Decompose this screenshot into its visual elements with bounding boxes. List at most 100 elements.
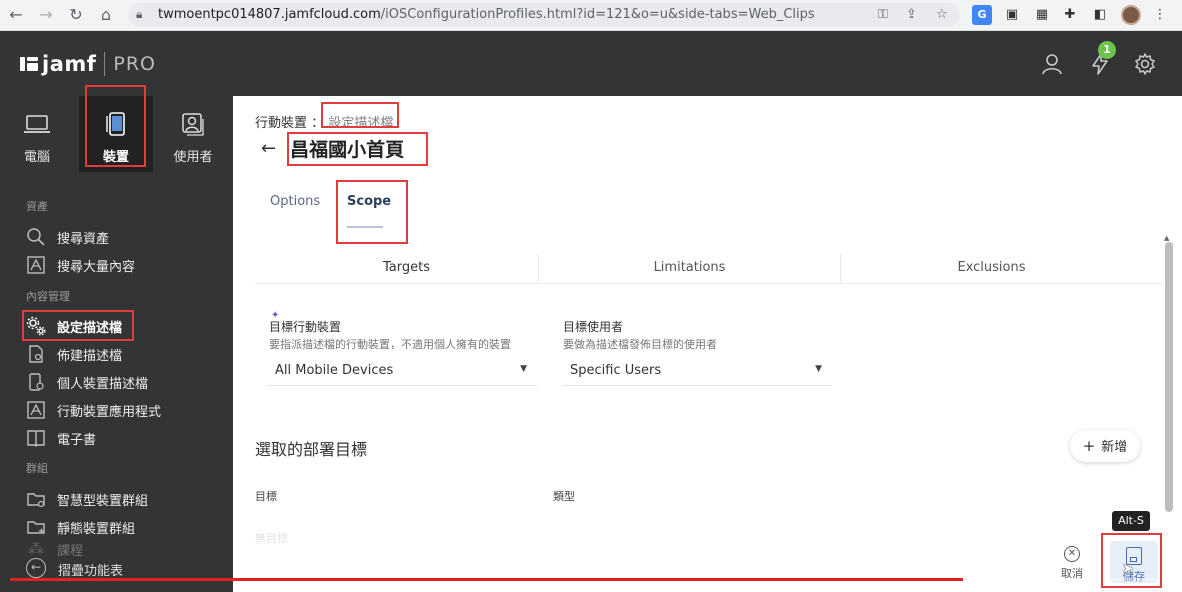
- breadcrumb-current[interactable]: 設定描述檔: [328, 116, 393, 131]
- home-icon[interactable]: ⌂: [96, 5, 116, 25]
- target-devices-label: 目標行動裝置: [269, 320, 342, 334]
- cancel-x-icon: ✕: [1064, 546, 1080, 562]
- sidebar-item-label: 個人裝置描述檔: [57, 376, 149, 392]
- sparkle-icon: ✦: [271, 310, 280, 321]
- collapse-menu[interactable]: ← 摺疊功能表: [0, 554, 233, 592]
- smart-folder-icon: [26, 489, 46, 509]
- cancel-button[interactable]: ✕ 取消: [1055, 546, 1089, 582]
- target-users-value: Specific Users: [570, 363, 662, 378]
- back-arrow-icon[interactable]: ←: [6, 5, 26, 25]
- sidebar-tab-computers[interactable]: 電腦: [0, 96, 74, 172]
- page-title: 昌福國小首頁: [290, 138, 405, 161]
- plus-icon: +: [1082, 437, 1096, 455]
- video-progress-bar[interactable]: [10, 578, 1172, 581]
- sidebar-item-search-inventory[interactable]: 搜尋資產: [26, 226, 109, 248]
- static-folder-icon: [26, 517, 46, 537]
- add-target-label: 新增: [1101, 440, 1128, 455]
- sidebar-item-label: 設定描述檔: [57, 320, 123, 336]
- mass-search-icon: [26, 255, 46, 275]
- breadcrumb-parent: 行動裝置: [255, 116, 308, 131]
- target-devices-help: 要指派描述檔的行動裝置，不適用個人擁有的裝置: [269, 338, 511, 351]
- tab-options[interactable]: Options: [270, 194, 320, 209]
- sidebar-item-ebooks[interactable]: 電子書: [26, 427, 96, 449]
- sidebar-item-search-volume[interactable]: 搜尋大量內容: [26, 254, 135, 276]
- key-icon[interactable]: ⚿: [878, 7, 888, 22]
- sidebar-tab-label: 使用者: [173, 150, 213, 165]
- reload-icon[interactable]: ↻: [66, 5, 86, 25]
- url-text: twmoentpc014807.jamfcloud.com/iOSConfigu…: [158, 7, 815, 22]
- section-groups: 群組: [26, 462, 48, 475]
- sidebar-tab-label: 電腦: [23, 150, 50, 165]
- subtab-limitations[interactable]: Limitations: [538, 252, 841, 284]
- more-menu-icon[interactable]: ⋮: [1150, 5, 1170, 25]
- target-devices-select[interactable]: All Mobile Devices ▼: [267, 356, 537, 386]
- tab-scope[interactable]: Scope: [347, 194, 391, 209]
- profile-avatar[interactable]: [1121, 5, 1141, 25]
- save-label: 儲存: [1123, 570, 1145, 583]
- scroll-up-icon[interactable]: ▲: [1164, 234, 1169, 242]
- logo-divider: [104, 52, 106, 76]
- target-users-help: 要做為描述檔發佈目標的使用者: [563, 338, 717, 351]
- section-content-management: 內容管理: [26, 290, 70, 303]
- book-icon: [26, 428, 46, 448]
- sidebar-item-static-device-groups[interactable]: 靜態裝置群組: [26, 516, 135, 538]
- sidebar-item-label: 靜態裝置群組: [57, 521, 136, 537]
- extension-screenshot-icon[interactable]: ▣: [1002, 5, 1022, 25]
- provisioning-doc-icon: [26, 344, 46, 364]
- account-icon[interactable]: [1040, 52, 1064, 76]
- save-button[interactable]: 儲存: [1110, 541, 1158, 583]
- lock-icon: 🔒︎: [136, 7, 143, 21]
- sidebar-item-label: 行動裝置應用程式: [57, 404, 162, 420]
- puzzle-icon[interactable]: ✚: [1060, 5, 1080, 25]
- notification-count-badge: 1: [1098, 41, 1116, 59]
- collapse-menu-label: 摺疊功能表: [58, 564, 124, 579]
- subtab-targets[interactable]: Targets: [255, 252, 558, 284]
- forward-arrow-icon[interactable]: →: [36, 5, 56, 25]
- star-icon[interactable]: ☆: [936, 7, 948, 22]
- sidebar-tab-users[interactable]: 使用者: [156, 96, 230, 172]
- subtab-exclusions[interactable]: Exclusions: [840, 252, 1143, 284]
- save-shortcut-tooltip: Alt-S: [1112, 511, 1150, 531]
- collapse-arrow-icon: ←: [26, 558, 46, 578]
- sidebar-item-mobile-apps[interactable]: 行動裝置應用程式: [26, 399, 161, 421]
- jamf-mark-icon: [20, 55, 38, 73]
- back-arrow-icon[interactable]: ←: [261, 138, 276, 159]
- scrollbar-thumb[interactable]: [1165, 242, 1173, 512]
- user-card-icon: [179, 110, 207, 138]
- tab-active-indicator: [347, 226, 383, 228]
- sidebar-item-label: 智慧型裝置群組: [57, 493, 149, 509]
- sidebar-item-configuration-profiles[interactable]: 設定描述檔: [26, 315, 122, 337]
- sidebar-tab-devices[interactable]: 裝置: [79, 96, 153, 172]
- sidebar-item-provisioning-profiles[interactable]: 佈建描述檔: [26, 343, 122, 365]
- target-users-select[interactable]: Specific Users ▼: [562, 356, 832, 386]
- sidebar-tab-label: 裝置: [102, 150, 129, 165]
- sidebar-item-label: 搜尋資產: [57, 231, 110, 247]
- address-bar[interactable]: 🔒︎ twmoentpc014807.jamfcloud.com/iOSConf…: [128, 3, 960, 27]
- main-content: 行動裝置 ： 設定描述檔 ← 昌福國小首頁 Options Scope Targ…: [233, 96, 1182, 592]
- app-header: jamf PRO 1: [0, 31, 1182, 96]
- add-target-button[interactable]: + 新增: [1070, 430, 1140, 462]
- brand-name: jamf: [42, 52, 97, 76]
- laptop-icon: [23, 110, 51, 138]
- url-host: twmoentpc014807.jamfcloud.com: [158, 7, 381, 22]
- column-header-target: 目標: [255, 490, 277, 503]
- sidebar: 電腦 裝置 使用者 資產 搜尋資產 搜尋大量內容 內容管理 設定描述檔 佈建描述…: [0, 96, 233, 592]
- translate-extension-icon[interactable]: G: [972, 5, 992, 25]
- caret-down-icon: ▼: [815, 364, 822, 374]
- sidepanel-icon[interactable]: ◧: [1090, 5, 1110, 25]
- jamf-logo[interactable]: jamf PRO: [20, 51, 156, 77]
- deployment-targets-title: 選取的部署目標: [255, 440, 368, 459]
- column-header-type: 類型: [553, 490, 575, 503]
- gear-cluster-icon: [26, 316, 46, 336]
- settings-gear-icon[interactable]: [1133, 52, 1157, 76]
- app-store-icon: [26, 400, 46, 420]
- empty-targets-text: 無目標: [255, 532, 288, 545]
- sidebar-item-label: 搜尋大量內容: [57, 259, 136, 275]
- sidebar-item-smart-device-groups[interactable]: 智慧型裝置群組: [26, 488, 148, 510]
- extension-qr-icon[interactable]: ▦: [1032, 5, 1052, 25]
- sidebar-item-label: 電子書: [57, 432, 97, 448]
- sidebar-item-personal-device-profiles[interactable]: 個人裝置描述檔: [26, 371, 148, 393]
- caret-down-icon: ▼: [520, 364, 527, 374]
- share-icon[interactable]: ⇪: [906, 7, 917, 22]
- sidebar-item-label: 佈建描述檔: [57, 348, 123, 364]
